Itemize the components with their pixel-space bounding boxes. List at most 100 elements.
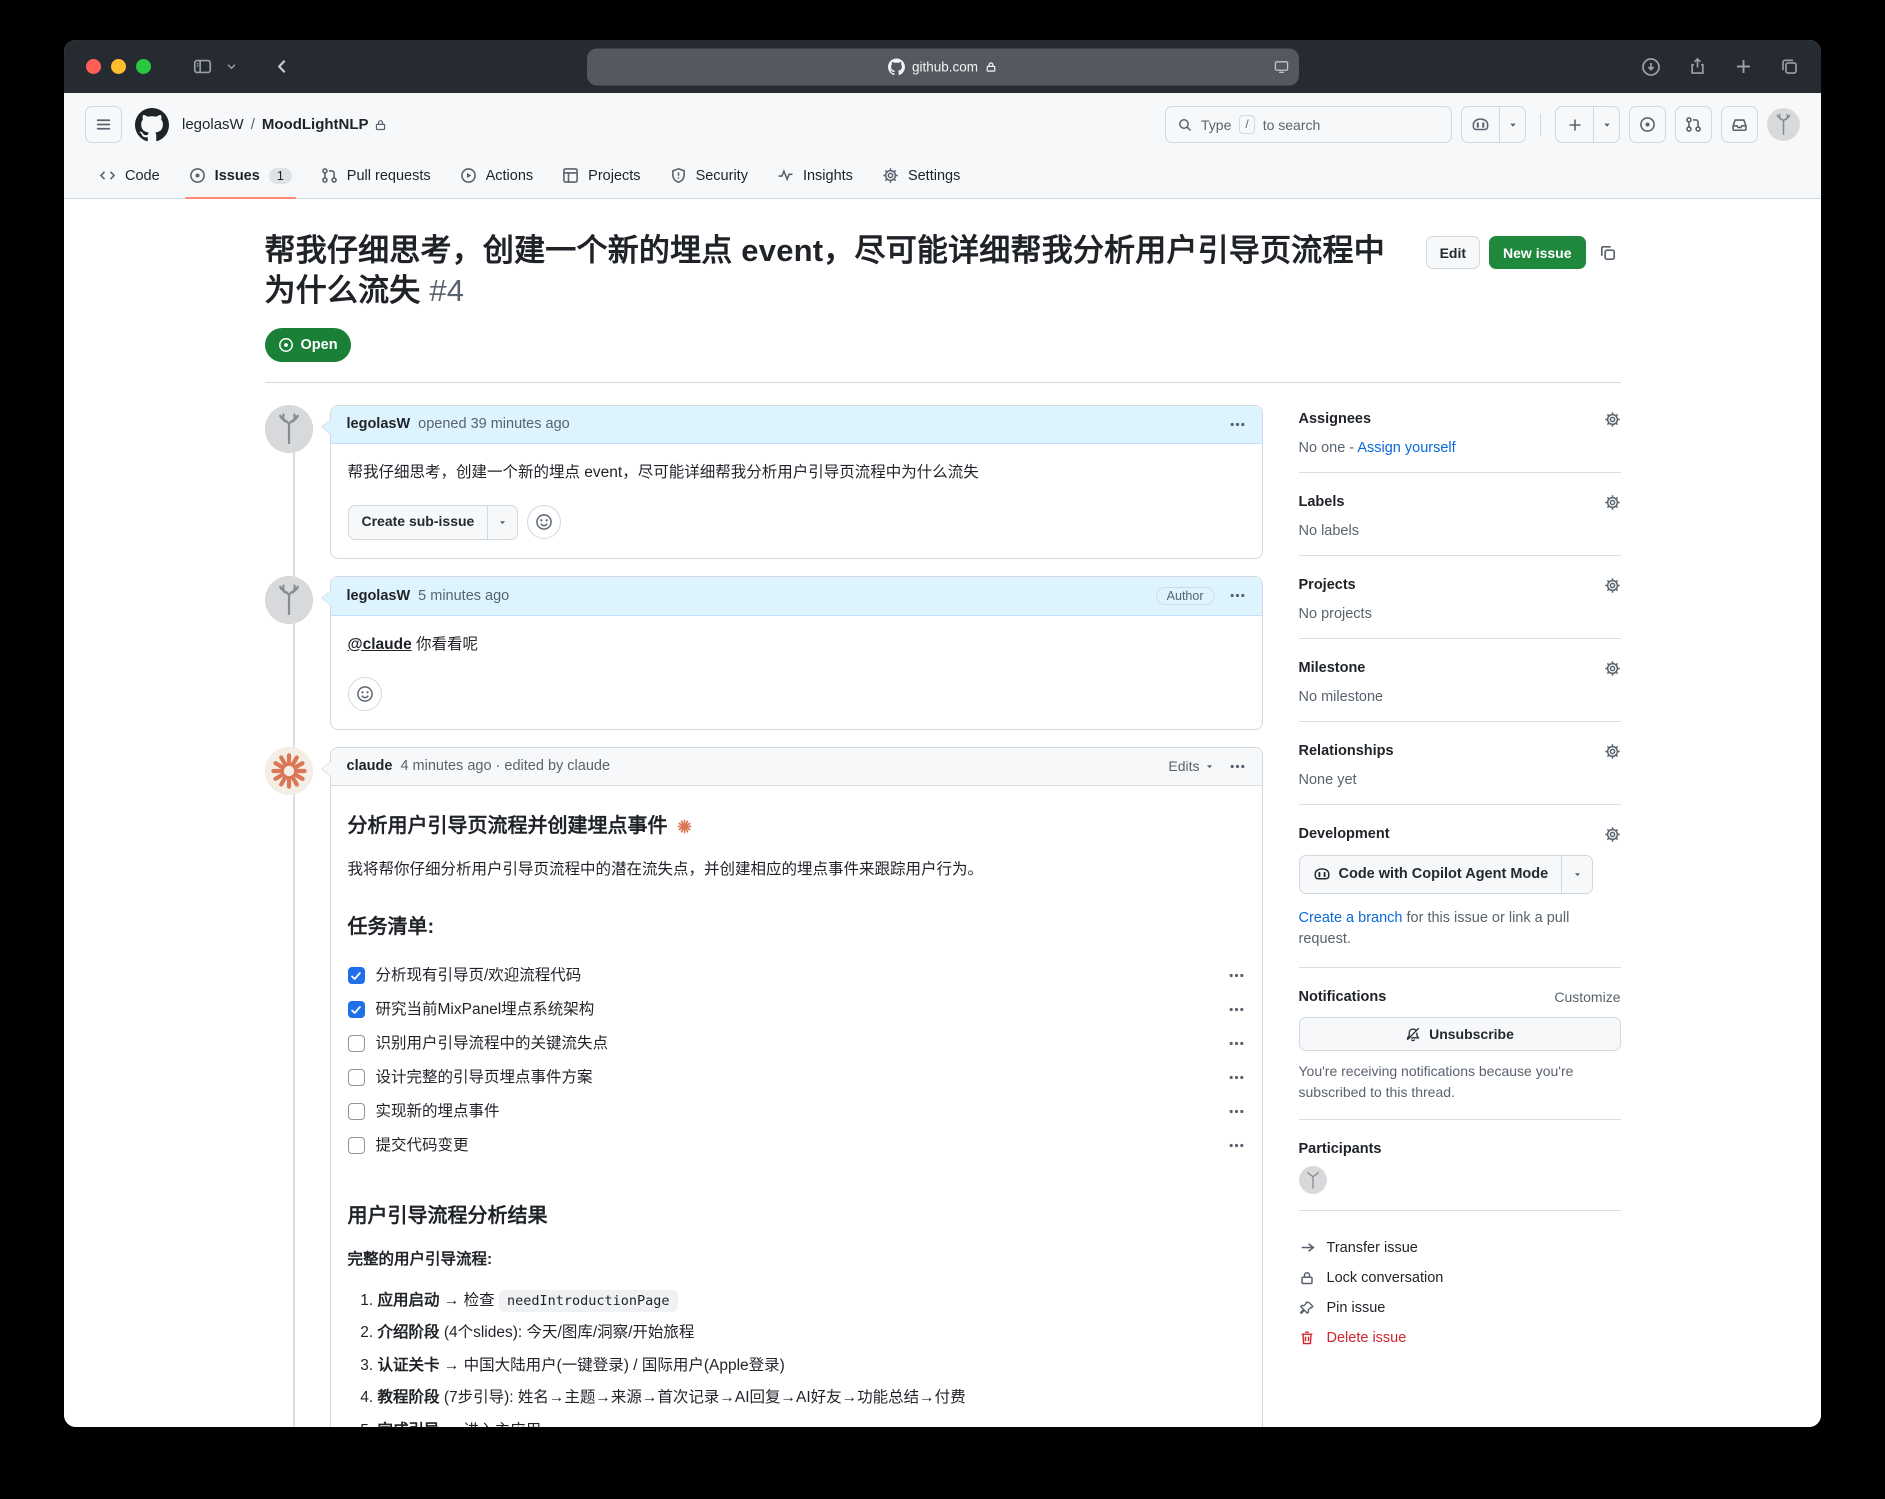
- task-label: 识别用户引导流程中的关键流失点: [375, 1034, 609, 1052]
- tab-security[interactable]: Security: [660, 153, 758, 198]
- tasks-heading: 任务清单:: [347, 915, 435, 938]
- comment-body: @claude 你看看呢: [347, 635, 479, 653]
- comment-author[interactable]: legolasW: [347, 588, 411, 604]
- create-branch-link[interactable]: Create a branch: [1299, 910, 1403, 926]
- kebab-menu-icon[interactable]: [1229, 758, 1246, 775]
- create-sub-issue-caret[interactable]: [488, 506, 517, 539]
- kebab-menu-icon[interactable]: [1228, 1001, 1245, 1018]
- issues-icon-button[interactable]: [1629, 106, 1666, 143]
- tab-code[interactable]: Code: [89, 153, 170, 198]
- zoom-window-button[interactable]: [136, 59, 151, 74]
- inbox-icon-button[interactable]: [1721, 106, 1758, 143]
- downloads-icon[interactable]: [1641, 57, 1661, 77]
- flow-step: 应用启动 → 检查 needIntroductionPage: [378, 1288, 1245, 1314]
- breadcrumb-owner[interactable]: legolasW: [182, 116, 244, 133]
- lock-conversation-button[interactable]: Lock conversation: [1299, 1263, 1621, 1293]
- tab-actions[interactable]: Actions: [450, 153, 544, 198]
- comment-meta: 5 minutes ago: [418, 587, 510, 604]
- gear-icon[interactable]: [1604, 494, 1621, 511]
- avatar[interactable]: [264, 575, 313, 624]
- task-checkbox[interactable]: [347, 1137, 365, 1155]
- tab-label: Insights: [802, 167, 853, 184]
- comment-legolasw-2: legolasW 5 minutes ago Author @claude 你看…: [264, 575, 1263, 730]
- tab-settings[interactable]: Settings: [872, 153, 970, 198]
- create-new-button[interactable]: [1555, 106, 1620, 143]
- task-checkbox[interactable]: [347, 1001, 365, 1019]
- page-display-icon[interactable]: [1274, 59, 1289, 74]
- github-header: legolasW / MoodLightNLP Type / to search…: [64, 93, 1821, 199]
- minimize-window-button[interactable]: [111, 59, 126, 74]
- close-window-button[interactable]: [86, 59, 101, 74]
- task-checkbox[interactable]: [347, 967, 365, 985]
- gear-icon[interactable]: [1604, 577, 1621, 594]
- task-checkbox[interactable]: [347, 1103, 365, 1121]
- gear-icon[interactable]: [1604, 411, 1621, 428]
- user-avatar[interactable]: [1767, 108, 1800, 141]
- pull-requests-icon-button[interactable]: [1675, 106, 1712, 143]
- analysis-heading: 用户引导流程分析结果: [347, 1204, 548, 1227]
- add-reaction-button[interactable]: [347, 676, 382, 711]
- tab-pull-requests[interactable]: Pull requests: [311, 153, 441, 198]
- breadcrumb-repo[interactable]: MoodLightNLP: [262, 116, 369, 133]
- new-tab-icon[interactable]: [1734, 57, 1753, 76]
- participant-avatar[interactable]: [1298, 1166, 1621, 1195]
- kebab-menu-icon[interactable]: [1228, 1103, 1245, 1120]
- mention-link[interactable]: @claude: [348, 636, 412, 653]
- copilot-agent-mode-button[interactable]: Code with Copilot Agent Mode: [1298, 854, 1594, 894]
- tab-counter: 1: [268, 167, 292, 184]
- flow-step: 介绍阶段 (4个slides): 今天/图库/洞察/开始旅程: [378, 1320, 1245, 1346]
- gear-icon[interactable]: [1604, 660, 1621, 677]
- section-title: Projects: [1298, 577, 1356, 594]
- comment-claude: claude 4 minutes ago · edited by claude …: [264, 746, 1263, 1427]
- github-logo-icon[interactable]: [135, 107, 169, 142]
- tab-projects[interactable]: Projects: [552, 153, 650, 198]
- unsubscribe-button[interactable]: Unsubscribe: [1298, 1017, 1621, 1052]
- url-bar[interactable]: github.com: [586, 48, 1299, 85]
- search-input[interactable]: Type / to search: [1165, 106, 1452, 143]
- kebab-menu-icon[interactable]: [1228, 967, 1245, 984]
- chevron-down-icon: [1206, 764, 1212, 768]
- sidebar-section-participants: Participants: [1298, 1135, 1621, 1212]
- plus-icon[interactable]: [1556, 107, 1594, 142]
- gear-icon[interactable]: [1604, 826, 1621, 843]
- share-icon[interactable]: [1688, 57, 1707, 76]
- kebab-menu-icon[interactable]: [1228, 1069, 1245, 1086]
- tab-overview-icon[interactable]: [1780, 57, 1799, 76]
- copilot-button[interactable]: [1461, 106, 1526, 143]
- edits-dropdown[interactable]: Edits: [1168, 758, 1214, 774]
- create-sub-issue-button[interactable]: Create sub-issue: [347, 504, 519, 540]
- back-button[interactable]: [273, 57, 292, 76]
- avatar[interactable]: [264, 404, 313, 453]
- edit-button[interactable]: Edit: [1425, 236, 1481, 269]
- tab-issues[interactable]: Issues 1: [179, 153, 302, 199]
- gear-icon[interactable]: [1604, 743, 1621, 760]
- transfer-issue-button[interactable]: Transfer issue: [1299, 1232, 1621, 1263]
- claude-avatar[interactable]: [264, 746, 313, 795]
- copy-title-icon[interactable]: [1595, 240, 1621, 266]
- task-checkbox[interactable]: [347, 1069, 365, 1087]
- create-new-caret[interactable]: [1594, 107, 1619, 142]
- copilot-icon[interactable]: [1462, 107, 1500, 142]
- kebab-menu-icon[interactable]: [1229, 416, 1246, 433]
- comment-author[interactable]: legolasW: [347, 416, 411, 432]
- copilot-agent-caret[interactable]: [1562, 856, 1592, 893]
- issue-title: 帮我仔细思考，创建一个新的埋点 event，尽可能详细帮我分析用户引导页流程中为…: [264, 233, 1385, 309]
- chevron-down-icon[interactable]: [226, 61, 237, 72]
- new-issue-button[interactable]: New issue: [1489, 236, 1586, 269]
- sidebar-toggle-icon[interactable]: [193, 57, 212, 76]
- kebab-menu-icon[interactable]: [1228, 1137, 1245, 1154]
- pin-issue-button[interactable]: Pin issue: [1299, 1293, 1621, 1323]
- kebab-menu-icon[interactable]: [1228, 1035, 1245, 1052]
- breadcrumb: legolasW / MoodLightNLP: [182, 116, 387, 133]
- delete-issue-button[interactable]: Delete issue: [1299, 1323, 1621, 1353]
- assign-yourself-link[interactable]: Assign yourself: [1357, 440, 1455, 456]
- hamburger-menu-button[interactable]: [85, 106, 122, 143]
- task-checkbox[interactable]: [347, 1035, 365, 1053]
- tab-insights[interactable]: Insights: [767, 153, 863, 198]
- comment-author[interactable]: claude: [347, 758, 393, 774]
- kebab-menu-icon[interactable]: [1229, 587, 1246, 604]
- action-label: Delete issue: [1326, 1330, 1407, 1347]
- customize-link[interactable]: Customize: [1554, 989, 1620, 1005]
- add-reaction-button[interactable]: [527, 505, 562, 540]
- copilot-dropdown-caret[interactable]: [1500, 107, 1525, 142]
